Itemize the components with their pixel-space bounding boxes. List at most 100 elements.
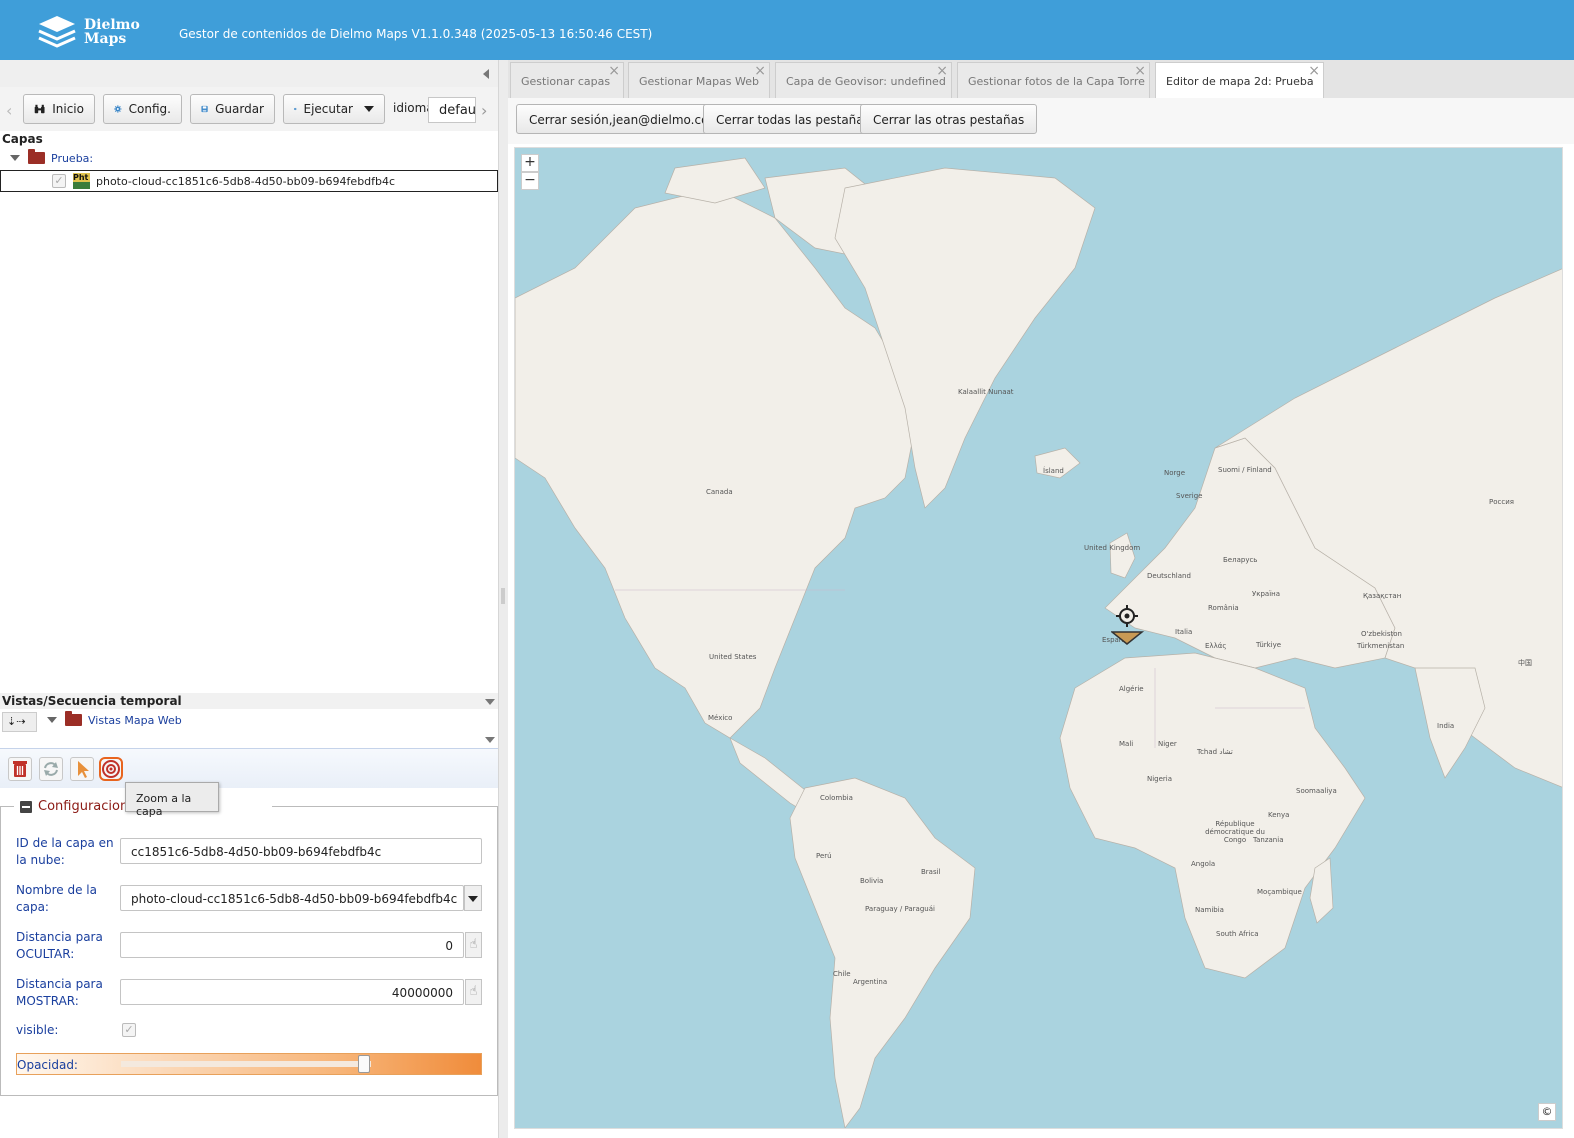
collapse-left-icon[interactable] xyxy=(483,69,489,79)
cloud-id-field[interactable]: cc1851c6-5db8-4d50-bb09-b694febdfb4c xyxy=(120,838,482,864)
layer-location-marker-icon[interactable] xyxy=(1111,604,1145,648)
map-label-peru: Perú xyxy=(816,852,832,860)
logo-line2: Maps xyxy=(84,31,127,47)
scroll-left-icon[interactable]: ‹ xyxy=(6,101,12,120)
ejecutar-button[interactable]: Ejecutar xyxy=(283,94,385,124)
idioma-select[interactable]: default xyxy=(428,97,476,123)
close-icon[interactable]: × xyxy=(1308,63,1320,79)
fieldset-border xyxy=(0,806,14,807)
logo-text: Dielmo Maps xyxy=(84,18,140,46)
refresh-button[interactable] xyxy=(39,757,63,781)
properties-collapse-icon[interactable] xyxy=(485,737,495,743)
views-sort-icon[interactable]: ⇣⇢ xyxy=(2,712,37,732)
zoom-out-button[interactable]: − xyxy=(521,172,539,190)
map-label-ellas: Ελλάς xyxy=(1205,642,1227,650)
opacity-slider-thumb[interactable] xyxy=(357,1055,370,1073)
folder-icon xyxy=(28,149,45,164)
map-label-turkmenistan: Türkmenistan xyxy=(1357,642,1405,650)
tree-layer-photo-cloud[interactable]: ✓ Pht photo-cloud-cc1851c6-5db8-4d50-bb0… xyxy=(0,170,498,192)
spinner-hand-icon[interactable]: ☝ xyxy=(465,979,482,1005)
map-label-kenya: Kenya xyxy=(1268,811,1290,819)
map-label-paraguay: Paraguay / Paraguái xyxy=(865,905,935,913)
close-icon[interactable]: × xyxy=(1134,63,1146,79)
target-icon xyxy=(102,760,120,778)
panel-splitter[interactable] xyxy=(498,60,508,1138)
map-label-somalia: Soomaaliya xyxy=(1296,787,1337,795)
views-collapse-icon[interactable] xyxy=(485,699,495,705)
layer-name-label: Nombre de la capa: xyxy=(16,883,97,914)
tabs-bar: Gestionar capas × Gestionar Mapas Web × … xyxy=(508,60,1574,98)
tab-gestionar-fotos[interactable]: Gestionar fotos de la Capa Torre × xyxy=(957,62,1150,98)
capas-title: Capas xyxy=(2,132,43,146)
show-distance-label: Distancia para MOSTRAR: xyxy=(16,977,103,1008)
close-icon[interactable]: × xyxy=(608,63,620,79)
guardar-button[interactable]: Guardar xyxy=(190,94,275,124)
inicio-button[interactable]: Inicio xyxy=(23,94,95,124)
expand-arrow-icon[interactable] xyxy=(10,155,20,161)
map-label-mocambique: Moçambique xyxy=(1257,888,1302,896)
close-icon[interactable]: × xyxy=(754,63,766,79)
layer-edit-toolbar xyxy=(0,748,498,788)
panel-collapse-bar[interactable] xyxy=(0,60,498,87)
spinner-hand-icon[interactable]: ☝ xyxy=(465,932,482,958)
map-view[interactable]: Kalaallit Nunaat Ísland Canada United St… xyxy=(514,147,1563,1129)
delete-button[interactable] xyxy=(8,757,32,781)
map-label-colombia: Colombia xyxy=(820,794,853,802)
select-button[interactable] xyxy=(70,757,94,781)
main-toolbar: ‹ Inicio Config. Guardar Ejecutar idioma… xyxy=(0,87,498,131)
map-label-chile: Chile xyxy=(833,970,851,978)
attribution-button[interactable]: © xyxy=(1538,1103,1556,1121)
opacity-slider-row[interactable]: Opacidad: xyxy=(16,1053,482,1075)
close-icon[interactable]: × xyxy=(936,63,948,79)
combo-dropdown-icon[interactable] xyxy=(464,885,482,911)
tree-folder-vistas[interactable]: Vistas Mapa Web xyxy=(44,709,444,731)
zoom-to-layer-button[interactable] xyxy=(99,757,123,781)
hide-distance-field[interactable]: 0 xyxy=(120,932,464,958)
scroll-right-icon[interactable]: › xyxy=(481,101,487,120)
tab-label: Gestionar fotos de la Capa Torre xyxy=(968,75,1145,88)
tab-capa-geovisor[interactable]: Capa de Geovisor: undefined × xyxy=(775,62,952,98)
map-label-rossiya: Россия xyxy=(1489,498,1514,506)
config-button[interactable]: Config. xyxy=(103,94,182,124)
photo-layer-icon: Pht xyxy=(73,173,90,189)
hide-distance-label: Distancia para OCULTAR: xyxy=(16,930,103,961)
action-bar: Cerrar sesión,jean@dielmo.com Cerrar tod… xyxy=(508,98,1574,144)
chevron-down-icon xyxy=(364,106,374,112)
map-label-brasil: Brasil xyxy=(921,868,941,876)
binoculars-icon xyxy=(34,104,45,114)
folder-icon xyxy=(65,711,82,726)
tree-folder-prueba[interactable]: Prueba: xyxy=(0,147,498,169)
map-label-nigeria: Nigeria xyxy=(1147,775,1173,783)
logout-button[interactable]: Cerrar sesión,jean@dielmo.com xyxy=(516,104,734,134)
layer-checkbox-icon[interactable]: ✓ xyxy=(52,174,66,188)
map-label-argentina: Argentina xyxy=(853,978,888,986)
left-panel: ‹ Inicio Config. Guardar Ejecutar idioma… xyxy=(0,60,498,1138)
tab-label: Capa de Geovisor: undefined xyxy=(786,75,946,88)
tab-editor-mapa-2d[interactable]: Editor de mapa 2d: Prueba × xyxy=(1155,62,1324,98)
save-icon xyxy=(201,105,208,113)
map-label-iceland: Ísland xyxy=(1043,467,1064,475)
opacity-slider-track[interactable] xyxy=(121,1061,371,1067)
trash-icon xyxy=(13,761,27,777)
tab-gestionar-capas[interactable]: Gestionar capas × xyxy=(510,62,624,98)
map-label-turkiye: Türkiye xyxy=(1256,641,1282,649)
close-other-tabs-button[interactable]: Cerrar las otras pestañas xyxy=(860,104,1038,134)
collapse-minus-icon[interactable] xyxy=(20,800,32,813)
map-label-romania: România xyxy=(1208,604,1239,612)
tab-gestionar-mapas-web[interactable]: Gestionar Mapas Web × xyxy=(628,62,770,98)
zoom-tooltip: Zoom a la capa xyxy=(125,782,219,818)
map-label-bolivia: Bolivia xyxy=(860,877,884,885)
close-all-tabs-button[interactable]: Cerrar todas las pestañas xyxy=(703,104,883,134)
map-label-sverige: Sverige xyxy=(1176,492,1203,500)
map-label-india: India xyxy=(1437,722,1455,730)
layer-name-combo[interactable]: photo-cloud-cc1851c6-5db8-4d50-bb09-b694… xyxy=(120,885,464,911)
cursor-arrow-icon xyxy=(78,761,89,778)
splitter-handle-icon[interactable] xyxy=(501,588,505,604)
zoom-in-button[interactable]: + xyxy=(521,154,539,172)
expand-arrow-icon[interactable] xyxy=(47,717,57,723)
visible-checkbox[interactable]: ✓ xyxy=(122,1023,136,1037)
map-label-niger: Niger xyxy=(1158,740,1177,748)
opacity-label: Opacidad: xyxy=(17,1058,78,1072)
map-label-kazakhstan: Қазақстан xyxy=(1363,592,1402,600)
show-distance-field[interactable]: 40000000 xyxy=(120,979,464,1005)
